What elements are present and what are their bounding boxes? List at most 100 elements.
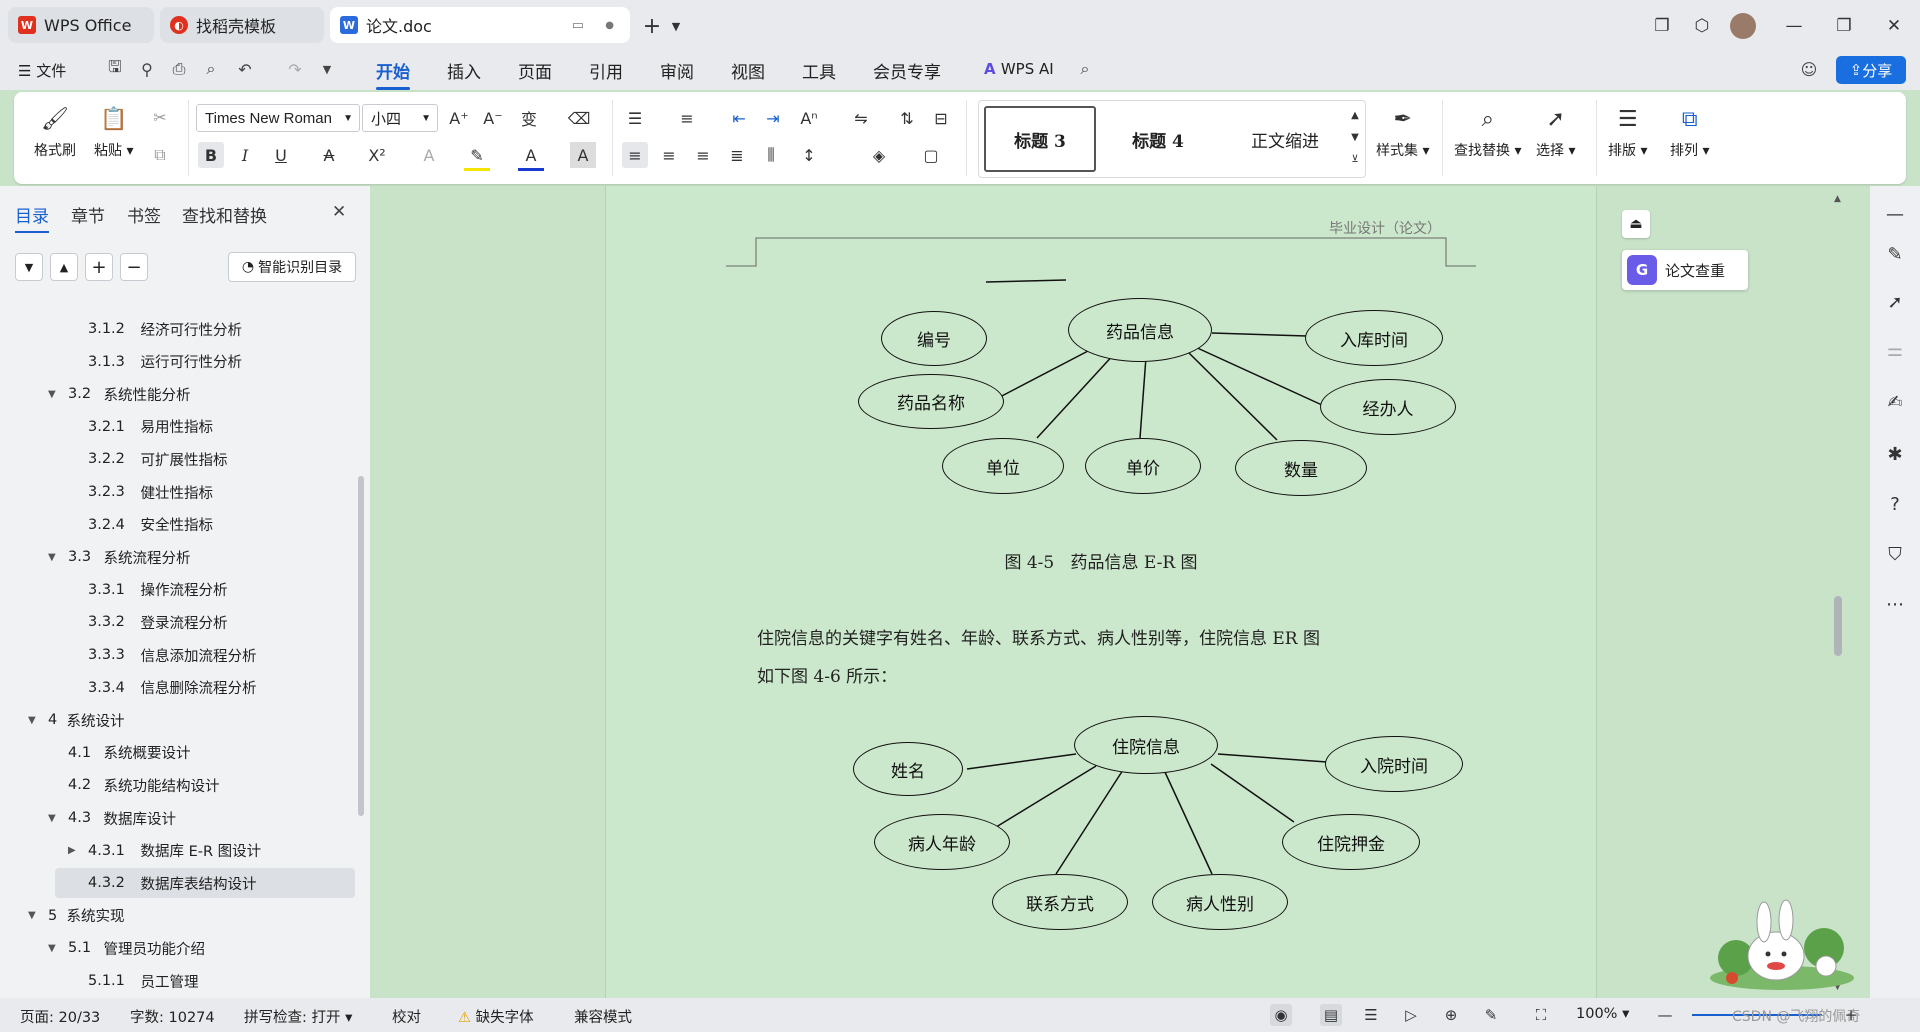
toc-item[interactable]: ▶ 4.3.1 数据库 E-R 图设计 [0, 836, 370, 866]
print-preview-icon[interactable]: ⌕ [200, 58, 222, 80]
bold-icon[interactable]: B [198, 142, 224, 168]
tools-icon[interactable]: ✱ [1883, 442, 1907, 466]
menu-member[interactable]: 会员专享 [873, 58, 941, 83]
tab-bookmarks[interactable]: 书签 [127, 202, 161, 227]
menu-reference[interactable]: 引用 [589, 58, 623, 83]
file-menu[interactable]: ☰ 文件 [18, 60, 66, 81]
window-mode-icon[interactable]: ❐ [1650, 14, 1674, 38]
toc-item[interactable]: 3.1.3 运行可行性分析 [0, 347, 370, 377]
adjust-icon[interactable]: ⚌ [1883, 338, 1907, 362]
expanded-arrow-icon[interactable]: ▼ [48, 943, 56, 954]
style-heading-4[interactable]: 标题 4 [1102, 104, 1214, 174]
tab-find-replace[interactable]: 查找和替换 [182, 202, 267, 227]
scroll-up-icon[interactable]: ▲ [1834, 194, 1841, 204]
align-center-icon[interactable]: ≡ [656, 142, 682, 168]
toc-item[interactable]: 5.1.1 员工管理 [0, 966, 370, 996]
search-doc-icon[interactable]: ⚲ [136, 58, 158, 80]
phonetic-icon[interactable]: 变 [516, 105, 542, 131]
help-icon[interactable]: ? [1883, 492, 1907, 516]
paper-check-button[interactable]: G 论文查重 [1622, 250, 1748, 290]
convert-icon[interactable]: ⇋ [848, 105, 874, 131]
toc-item[interactable]: 3.3.1 操作流程分析 [0, 575, 370, 605]
bullet-list-icon[interactable]: ☰ [622, 105, 648, 131]
tab-template[interactable]: ◐ 找稻壳模板 [160, 7, 324, 43]
font-size-select[interactable]: 小四 ▼ [362, 104, 438, 132]
ai-writing-icon[interactable]: ✍ [1883, 390, 1907, 414]
menu-insert[interactable]: 插入 [447, 58, 481, 83]
font-name-select[interactable]: Times New Roman ▼ [196, 104, 360, 132]
collapse-sidebar-icon[interactable]: — [1883, 202, 1907, 226]
remove-heading-icon[interactable]: − [120, 253, 148, 281]
page-indicator[interactable]: 页面: 20/33 [20, 1006, 100, 1027]
zoom-select[interactable]: 100% ▾ [1576, 1006, 1629, 1022]
menu-view[interactable]: 视图 [731, 58, 765, 83]
smart-toc-button[interactable]: ◔ 智能识别目录 [228, 252, 356, 282]
toc-item[interactable]: 3.1.2 经济可行性分析 [0, 314, 370, 344]
tab-list-chevron-icon[interactable]: ▼ [664, 14, 688, 38]
play-icon[interactable]: ▷ [1400, 1004, 1422, 1026]
monitor-icon[interactable]: ▭ [572, 18, 584, 33]
undo-icon[interactable]: ↶ [234, 58, 256, 80]
vertical-scrollbar[interactable]: ▲ ▼ [1830, 190, 1848, 998]
line-spacing-icon[interactable]: ↕ [796, 142, 822, 168]
copy-icon[interactable]: ⧉ [147, 142, 173, 168]
increase-indent-icon[interactable]: ⇥ [760, 105, 786, 131]
toc-item[interactable]: 3.2.3 健壮性指标 [0, 477, 370, 507]
menu-review[interactable]: 审阅 [660, 58, 694, 83]
italic-icon[interactable]: I [232, 142, 258, 168]
distributed-icon[interactable]: ⫼ [758, 142, 784, 168]
toc-item[interactable]: 3.3.4 信息删除流程分析 [0, 673, 370, 703]
web-view-icon[interactable]: ⊕ [1440, 1004, 1462, 1026]
pen-icon[interactable]: ✎ [1883, 242, 1907, 266]
add-heading-icon[interactable]: + [85, 253, 113, 281]
select-arrow-icon[interactable]: ➚ [1883, 290, 1907, 314]
decrease-font-icon[interactable]: A⁻ [480, 105, 506, 131]
more-quick-chevron-icon[interactable]: ▼ [316, 58, 338, 80]
close-panel-icon[interactable]: ✕ [332, 202, 346, 222]
save-icon[interactable]: 🖫 [104, 57, 126, 80]
highlight-icon[interactable]: ✎ [464, 142, 490, 171]
style-body-indent[interactable]: 正文缩进 [1220, 104, 1350, 174]
toc-item[interactable]: 4.3.2 数据库表结构设计 [55, 868, 355, 899]
superscript-icon[interactable]: X² [364, 142, 390, 168]
toc-item[interactable]: 3.2.2 可扩展性指标 [0, 444, 370, 474]
toc-item[interactable]: ▼ 3.2 系统性能分析 [0, 379, 370, 409]
zoom-out-icon[interactable]: — [1654, 1004, 1676, 1026]
search-icon[interactable]: ⌕ [1074, 58, 1096, 80]
toc-item[interactable]: 4.2 系统功能结构设计 [0, 770, 370, 800]
text-effect-icon[interactable]: A [416, 142, 442, 168]
align-right-icon[interactable]: ≡ [690, 142, 716, 168]
toc-item[interactable]: ▼ 3.3 系统流程分析 [0, 542, 370, 572]
format-painter-button[interactable]: 🖌 格式刷 [34, 104, 76, 160]
shirt-icon[interactable]: ⛉ [1883, 542, 1907, 566]
underline-icon[interactable]: U [268, 142, 294, 168]
toc-item[interactable]: ▼ 5.1 管理员功能介绍 [0, 933, 370, 963]
arrange-button[interactable]: ⧉ 排列 ▾ [1670, 104, 1709, 160]
minimize-icon[interactable]: — [1782, 14, 1806, 38]
increase-font-icon[interactable]: A⁺ [446, 105, 472, 131]
document-page[interactable]: 毕业设计（论文） 药品信息 编号 药品名称 单位 单价 数量 经办人 入库时间 … [605, 186, 1597, 998]
sort-icon[interactable]: ⇅ [894, 105, 920, 131]
text-direction-icon[interactable]: Aⁿ [796, 105, 822, 131]
tab-chapters[interactable]: 章节 [71, 202, 105, 227]
expanded-arrow-icon[interactable]: ▼ [28, 910, 36, 921]
border-icon[interactable]: ▢ [918, 142, 944, 168]
scrollbar-thumb[interactable] [1834, 596, 1842, 656]
fit-page-icon[interactable]: ⛶ [1530, 1004, 1552, 1026]
word-count[interactable]: 字数: 10274 [130, 1006, 215, 1027]
print-icon[interactable]: ⎙ [168, 58, 190, 80]
expanded-arrow-icon[interactable]: ▼ [28, 715, 36, 726]
align-left-icon[interactable]: ≡ [622, 142, 648, 168]
style-heading-3[interactable]: 标题 3 [984, 106, 1096, 172]
zoom-in-icon[interactable]: + [1840, 1004, 1862, 1026]
tab-toc[interactable]: 目录 [15, 202, 49, 233]
menu-home[interactable]: 开始 [376, 58, 410, 90]
collapsed-arrow-icon[interactable]: ▶ [68, 845, 76, 856]
share-button[interactable]: ⇪ 分享 [1836, 56, 1906, 84]
char-shading-icon[interactable]: A [570, 142, 596, 168]
style-expand-icon[interactable]: ⊻ [1342, 146, 1368, 172]
page-view-icon[interactable]: ▤ [1320, 1004, 1342, 1026]
redo-icon[interactable]: ↷ [284, 58, 306, 80]
wps-ai-button[interactable]: A WPS AI [984, 60, 1054, 78]
toc-item[interactable]: ▼ 5 系统实现 [0, 901, 370, 931]
